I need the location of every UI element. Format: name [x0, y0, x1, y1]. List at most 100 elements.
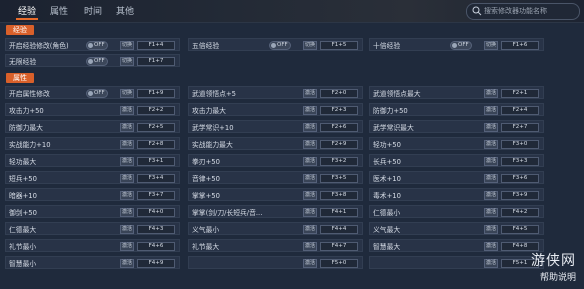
activate-button[interactable]: 激活	[303, 156, 317, 166]
cheat-label: 防御力+50	[373, 107, 408, 115]
activate-button[interactable]: 激活	[120, 190, 134, 200]
hotkey[interactable]: F4+1	[320, 207, 358, 217]
cheat-label: 义气最小	[192, 226, 220, 234]
section-label-attr: 属性	[6, 73, 34, 83]
hotkey[interactable]: F3+8	[320, 190, 358, 200]
hotkey[interactable]: F2+4	[501, 105, 539, 115]
cheat-row: 仁德最小 激活 F4+2	[369, 205, 544, 218]
activate-button[interactable]: 激活	[303, 105, 317, 115]
activate-button[interactable]: 切换	[303, 40, 317, 50]
hotkey[interactable]: F2+5	[137, 122, 175, 132]
cheat-row: 掌掌(剑/刀/长短兵/音... 激活 F4+1	[188, 205, 363, 218]
cheat-toggle[interactable]: OFF	[86, 40, 108, 50]
hotkey[interactable]: F3+7	[137, 190, 175, 200]
activate-button[interactable]: 激活	[303, 207, 317, 217]
cheat-toggle[interactable]: OFF	[86, 56, 108, 66]
activate-button[interactable]: 激活	[303, 173, 317, 183]
activate-button[interactable]: 激活	[303, 122, 317, 132]
hotkey[interactable]: F3+5	[320, 173, 358, 183]
hotkey[interactable]: F4+5	[501, 224, 539, 234]
hotkey[interactable]: F1+6	[501, 40, 539, 50]
activate-button[interactable]: 激活	[120, 139, 134, 149]
activate-button[interactable]: 激活	[484, 190, 498, 200]
hotkey[interactable]: F4+7	[320, 241, 358, 251]
tab-attributes[interactable]: 属性	[50, 4, 68, 17]
hotkey[interactable]: F1+5	[320, 40, 358, 50]
hotkey[interactable]: F1+7	[137, 56, 175, 66]
activate-button[interactable]: 激活	[120, 207, 134, 217]
activate-button[interactable]: 激活	[120, 173, 134, 183]
search-icon	[472, 6, 482, 16]
cheat-row: 短兵+50 激活 F3+4	[5, 171, 180, 184]
search-box[interactable]	[466, 3, 580, 20]
activate-button[interactable]: 激活	[120, 156, 134, 166]
search-input[interactable]	[484, 5, 574, 17]
cheat-row: 武学常识最大 激活 F2+7	[369, 120, 544, 133]
activate-button[interactable]: 激活	[120, 122, 134, 132]
activate-button[interactable]: 激活	[484, 105, 498, 115]
activate-button[interactable]: 激活	[484, 173, 498, 183]
tab-time[interactable]: 时间	[84, 4, 102, 17]
activate-button[interactable]: 切换	[120, 56, 134, 66]
cheat-toggle[interactable]: OFF	[269, 40, 291, 50]
activate-button[interactable]: 激活	[484, 224, 498, 234]
activate-button[interactable]: 激活	[303, 88, 317, 98]
hotkey[interactable]: F3+3	[501, 156, 539, 166]
activate-button[interactable]: 激活	[484, 88, 498, 98]
activate-button[interactable]: 激活	[303, 258, 317, 268]
hotkey[interactable]: F2+6	[320, 122, 358, 132]
cheat-toggle[interactable]: OFF	[450, 40, 472, 50]
cheat-label: 轻功+50	[373, 141, 401, 149]
tab-exp[interactable]: 经验	[18, 4, 36, 17]
hotkey[interactable]: F2+9	[320, 139, 358, 149]
hotkey[interactable]: F3+4	[137, 173, 175, 183]
cheat-row: 武学常识+10 激活 F2+6	[188, 120, 363, 133]
hotkey[interactable]: F4+4	[320, 224, 358, 234]
hotkey[interactable]: F3+2	[320, 156, 358, 166]
cheat-toggle[interactable]: OFF	[86, 88, 108, 98]
tab-other[interactable]: 其他	[116, 4, 134, 17]
hotkey[interactable]: F3+9	[501, 190, 539, 200]
cheat-label: 攻击力最大	[192, 107, 226, 115]
hotkey[interactable]: F4+2	[501, 207, 539, 217]
activate-button[interactable]: 激活	[120, 224, 134, 234]
hotkey[interactable]: F3+0	[501, 139, 539, 149]
hotkey[interactable]: F3+6	[501, 173, 539, 183]
hotkey[interactable]: F2+2	[137, 105, 175, 115]
hotkey[interactable]: F2+0	[320, 88, 358, 98]
hotkey[interactable]: F4+0	[137, 207, 175, 217]
activate-button[interactable]: 激活	[120, 258, 134, 268]
activate-button[interactable]: 激活	[303, 241, 317, 251]
activate-button[interactable]: 激活	[303, 139, 317, 149]
cheat-row: 长兵+50 激活 F3+3	[369, 154, 544, 167]
activate-button[interactable]: 切换	[484, 40, 498, 50]
hotkey[interactable]: F4+6	[137, 241, 175, 251]
activate-button[interactable]: 激活	[303, 190, 317, 200]
hotkey[interactable]: F5+0	[320, 258, 358, 268]
activate-button[interactable]: 激活	[484, 156, 498, 166]
activate-button[interactable]: 激活	[120, 105, 134, 115]
cheat-row: 礼节最大 激活 F4+7	[188, 239, 363, 252]
hotkey[interactable]: F2+8	[137, 139, 175, 149]
activate-button[interactable]: 激活	[303, 224, 317, 234]
hotkey[interactable]: F2+7	[501, 122, 539, 132]
hotkey[interactable]: F1+4	[137, 40, 175, 50]
cheat-row: 十倍经验 OFF 切换 F1+6	[369, 38, 544, 51]
hotkey[interactable]: F4+3	[137, 224, 175, 234]
activate-button[interactable]: 切换	[120, 40, 134, 50]
hotkey[interactable]: F2+1	[501, 88, 539, 98]
cheat-row: 音律+50 激活 F3+5	[188, 171, 363, 184]
activate-button[interactable]: 切换	[120, 88, 134, 98]
activate-button[interactable]: 激活	[484, 122, 498, 132]
hotkey[interactable]: F3+1	[137, 156, 175, 166]
cheat-label: 仁德最小	[373, 209, 401, 217]
activate-button[interactable]: 激活	[484, 139, 498, 149]
cheat-label: 武道领悟点+5	[192, 90, 237, 98]
activate-button[interactable]: 激活	[120, 241, 134, 251]
cheat-label: 开启属性修改	[9, 90, 50, 98]
cheat-label: 武学常识最大	[373, 124, 414, 132]
hotkey[interactable]: F4+9	[137, 258, 175, 268]
hotkey[interactable]: F2+3	[320, 105, 358, 115]
activate-button[interactable]: 激活	[484, 207, 498, 217]
hotkey[interactable]: F1+9	[137, 88, 175, 98]
